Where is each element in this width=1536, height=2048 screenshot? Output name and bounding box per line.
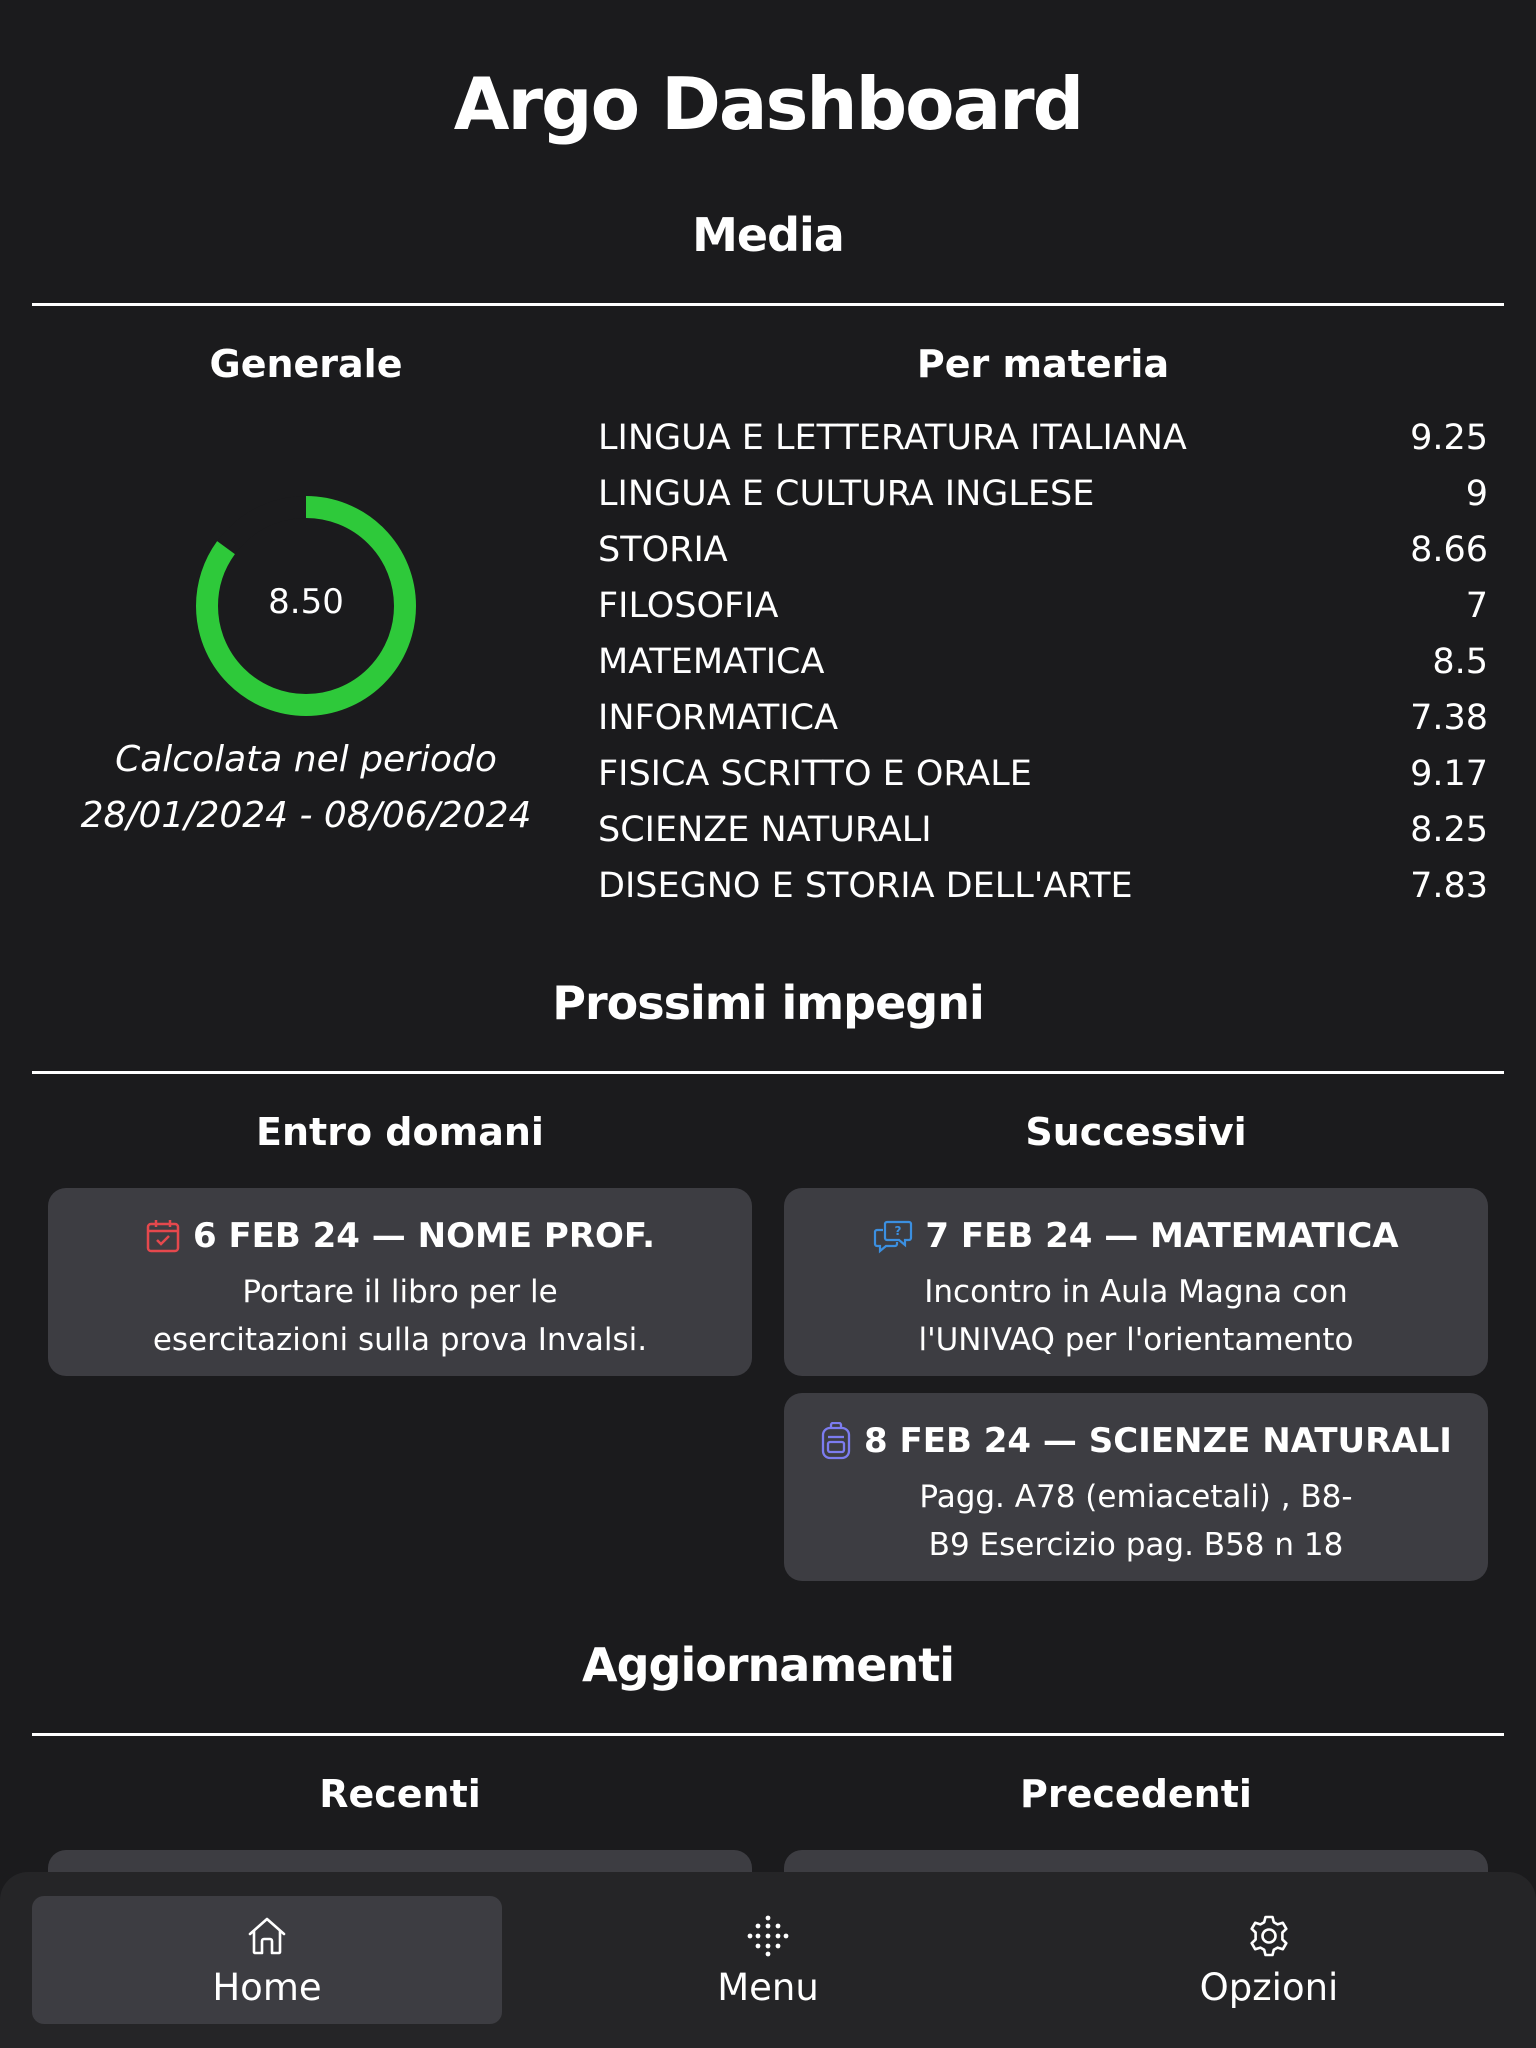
event-description: Incontro in Aula Magna con l'UNIVAQ per … [784,1268,1488,1364]
event-description-line: l'UNIVAQ per l'orientamento [918,1322,1354,1358]
subject-name: LINGUA E LETTERATURA ITALIANA [598,418,1187,458]
nav-opzioni-label: Opzioni [1199,1965,1339,2009]
subject-name: FILOSOFIA [598,586,779,626]
subject-row: STORIA 8.66 [598,522,1488,578]
subject-averages-list: LINGUA E LETTERATURA ITALIANA 9.25 LINGU… [598,410,1488,914]
home-icon [248,1917,286,1954]
impegni-section-title: Prossimi impegni [552,976,985,1030]
media-divider [32,303,1504,306]
subject-name: SCIENZE NATURALI [598,810,932,850]
event-description: Portare il libro per le esercitazioni su… [48,1268,752,1364]
precedenti-title: Precedenti [1020,1772,1252,1816]
event-description: Pagg. A78 (emiacetali) , B8- B9 Esercizi… [784,1473,1488,1569]
event-description-line: B9 Esercizio pag. B58 n 18 [928,1527,1344,1563]
subject-row: LINGUA E LETTERATURA ITALIANA 9.25 [598,410,1488,466]
event-card[interactable]: ? 7 FEB 24 — MATEMATICA Incontro in Aula… [784,1188,1488,1376]
event-heading: 8 FEB 24 — SCIENZE NATURALI [864,1421,1452,1461]
general-average-title: Generale [209,342,403,386]
subject-row: FILOSOFIA 7 [598,578,1488,634]
subject-name: MATEMATICA [598,642,825,682]
calendar-check-icon [146,1220,180,1253]
impegni-divider [32,1071,1504,1074]
event-card[interactable]: 8 FEB 24 — SCIENZE NATURALI Pagg. A78 (e… [784,1393,1488,1581]
period-range: 28/01/2024 - 08/06/2024 [80,795,532,836]
subject-average: 7 [1465,586,1488,626]
subject-name: FISICA SCRITTO E ORALE [598,754,1032,794]
subject-name: STORIA [598,530,728,570]
aggiornamenti-section-title: Aggiornamenti [582,1638,955,1692]
general-average-value: 8.50 [268,582,344,622]
event-description-line: Portare il libro per le [242,1274,558,1310]
subject-average: 7.83 [1410,866,1488,906]
successivi-title: Successivi [1025,1110,1247,1154]
subject-average: 8.5 [1432,642,1488,682]
subject-average: 8.25 [1410,810,1488,850]
gear-icon [1250,1915,1288,1956]
subject-row: INFORMATICA 7.38 [598,690,1488,746]
page-title: Argo Dashboard [453,62,1084,146]
nav-home-label: Home [212,1965,322,2009]
event-card[interactable]: 6 FEB 24 — NOME PROF. Portare il libro p… [48,1188,752,1376]
event-description-line: Pagg. A78 (emiacetali) , B8- [919,1479,1353,1515]
subject-row: DISEGNO E STORIA DELL'ARTE 7.83 [598,858,1488,914]
event-card-header: 6 FEB 24 — NOME PROF. [48,1210,752,1262]
subject-average: 8.66 [1410,530,1488,570]
subject-row: FISICA SCRITTO E ORALE 9.17 [598,746,1488,802]
period-label: Calcolata nel periodo [115,739,497,780]
bottom-navigation: Home Menu Opzioni [0,1872,1536,2048]
nav-menu-button[interactable]: Menu [533,1896,1003,2024]
nav-menu-label: Menu [717,1965,819,2009]
aggiornamenti-divider [32,1733,1504,1736]
grid-dots-icon [747,1915,789,1956]
backpack-icon [821,1422,851,1460]
nav-home-button[interactable]: Home [32,1896,502,2024]
subject-average: 9.17 [1410,754,1488,794]
subject-average: 7.38 [1410,698,1488,738]
subject-row: SCIENZE NATURALI 8.25 [598,802,1488,858]
event-card-header: 8 FEB 24 — SCIENZE NATURALI [784,1415,1488,1467]
event-card-header: ? 7 FEB 24 — MATEMATICA [784,1210,1488,1262]
event-heading: 7 FEB 24 — MATEMATICA [925,1216,1399,1256]
chat-question-icon: ? [874,1220,913,1254]
entro-domani-title: Entro domani [256,1110,544,1154]
nav-opzioni-button[interactable]: Opzioni [1034,1896,1504,2024]
svg-text:?: ? [895,1224,902,1238]
subject-average: 9 [1465,474,1488,514]
subject-name: DISEGNO E STORIA DELL'ARTE [598,866,1133,906]
event-description-line: Incontro in Aula Magna con [924,1274,1348,1310]
recenti-title: Recenti [319,1772,481,1816]
event-description-line: esercitazioni sulla prova Invalsi. [152,1322,648,1358]
media-section-title: Media [692,208,845,262]
event-heading: 6 FEB 24 — NOME PROF. [192,1216,656,1256]
subject-average: 9.25 [1410,418,1488,458]
subject-row: MATEMATICA 8.5 [598,634,1488,690]
per-subject-title: Per materia [916,342,1170,386]
subject-name: LINGUA E CULTURA INGLESE [598,474,1095,514]
dashboard-page: Argo Dashboard Media Generale Per materi… [0,0,1536,2048]
subject-row: LINGUA E CULTURA INGLESE 9 [598,466,1488,522]
subject-name: INFORMATICA [598,698,839,738]
